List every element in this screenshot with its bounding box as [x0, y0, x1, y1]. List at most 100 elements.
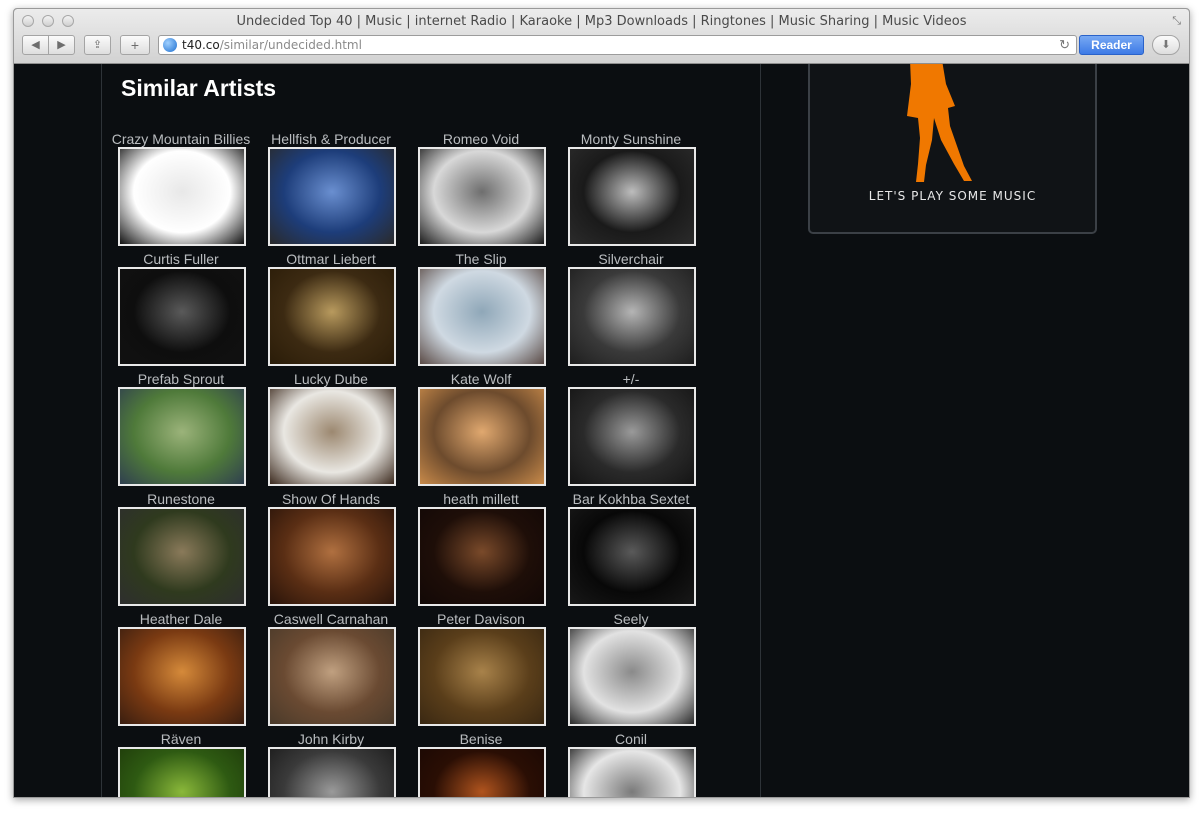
artist-name-link[interactable]: John Kirby — [256, 731, 406, 747]
artist-tile[interactable]: Ottmar Liebert — [256, 251, 406, 369]
url-path: /similar/undecided.html — [219, 38, 362, 52]
artist-tile[interactable]: Crazy Mountain Billies — [106, 131, 256, 249]
share-icon: ⇪ — [92, 39, 103, 51]
dancer-dress-shape — [907, 64, 972, 182]
artist-name-link[interactable]: Ottmar Liebert — [256, 251, 406, 267]
artist-tile[interactable]: Bar Kokhba Sextet — [556, 491, 706, 609]
artist-photo[interactable] — [118, 747, 246, 797]
promo-slogan: LET'S PLAY SOME MUSIC — [868, 189, 1037, 203]
globe-icon — [163, 38, 177, 52]
artist-name-link[interactable]: Lucky Dube — [256, 371, 406, 387]
artist-name-link[interactable]: Heather Dale — [106, 611, 256, 627]
artist-name-link[interactable]: Monty Sunshine — [556, 131, 706, 147]
url-host: t40.co — [182, 38, 220, 52]
artist-tile[interactable]: Romeo Void — [406, 131, 556, 249]
artist-tile[interactable]: Lucky Dube — [256, 371, 406, 489]
back-arrow-icon: ◀ — [31, 39, 40, 51]
artist-name-link[interactable]: Crazy Mountain Billies — [106, 131, 256, 147]
artist-photo[interactable] — [568, 147, 696, 246]
artist-photo[interactable] — [268, 627, 396, 726]
artist-name-link[interactable]: Curtis Fuller — [106, 251, 256, 267]
url-text[interactable]: t40.co/similar/undecided.html — [182, 38, 362, 52]
artist-tile[interactable]: Caswell Carnahan — [256, 611, 406, 729]
artist-tile[interactable]: John Kirby — [256, 731, 406, 797]
artist-name-link[interactable]: Caswell Carnahan — [256, 611, 406, 627]
artist-name-link[interactable]: Conil — [556, 731, 706, 747]
artist-photo[interactable] — [418, 627, 546, 726]
download-icon: ⬇ — [1161, 39, 1171, 51]
artist-photo[interactable] — [118, 627, 246, 726]
artist-photo[interactable] — [118, 267, 246, 366]
artist-tile[interactable]: Runestone — [106, 491, 256, 609]
artist-name-link[interactable]: Seely — [556, 611, 706, 627]
back-button[interactable]: ◀ — [22, 35, 49, 55]
artist-photo[interactable] — [118, 387, 246, 486]
artist-tile[interactable]: Räven — [106, 731, 256, 797]
artist-name-link[interactable]: Bar Kokhba Sextet — [556, 491, 706, 507]
artist-tile[interactable]: Benise — [406, 731, 556, 797]
artist-name-link[interactable]: Peter Davison — [406, 611, 556, 627]
artist-tile[interactable]: Monty Sunshine — [556, 131, 706, 249]
add-bookmark-button[interactable]: + — [120, 35, 150, 55]
artist-tile[interactable]: The Slip — [406, 251, 556, 369]
artist-name-link[interactable]: Kate Wolf — [406, 371, 556, 387]
artist-photo[interactable] — [568, 387, 696, 486]
downloads-button[interactable]: ⬇ — [1152, 35, 1180, 55]
reader-button[interactable]: Reader — [1079, 35, 1144, 55]
artist-tile[interactable]: Hellfish & Producer — [256, 131, 406, 249]
artist-photo[interactable] — [568, 627, 696, 726]
artist-photo[interactable] — [418, 267, 546, 366]
artist-tile[interactable]: Conil — [556, 731, 706, 797]
address-bar[interactable]: t40.co/similar/undecided.html ↻ — [158, 35, 1077, 55]
artist-photo[interactable] — [568, 507, 696, 606]
artist-photo[interactable] — [118, 507, 246, 606]
artist-tile[interactable]: Kate Wolf — [406, 371, 556, 489]
artist-photo[interactable] — [268, 147, 396, 246]
artist-tile[interactable]: Heather Dale — [106, 611, 256, 729]
artist-name-link[interactable]: Silverchair — [556, 251, 706, 267]
forward-arrow-icon: ▶ — [57, 39, 66, 51]
right-column-divider — [760, 64, 761, 797]
artist-tile[interactable]: Peter Davison — [406, 611, 556, 729]
artist-tile[interactable]: Seely — [556, 611, 706, 729]
artist-tile[interactable]: Curtis Fuller — [106, 251, 256, 369]
artist-name-link[interactable]: Romeo Void — [406, 131, 556, 147]
artist-photo[interactable] — [268, 267, 396, 366]
artist-photo[interactable] — [418, 387, 546, 486]
left-column-divider — [101, 64, 102, 797]
artist-photo[interactable] — [268, 507, 396, 606]
artist-name-link[interactable]: Benise — [406, 731, 556, 747]
artist-photo[interactable] — [568, 747, 696, 797]
artist-name-link[interactable]: Räven — [106, 731, 256, 747]
reload-icon[interactable]: ↻ — [1059, 37, 1070, 53]
artist-tile[interactable]: +/- — [556, 371, 706, 489]
artist-photo[interactable] — [268, 387, 396, 486]
browser-toolbar: Undecided Top 40 | Music | internet Radi… — [14, 9, 1189, 64]
window-title: Undecided Top 40 | Music | internet Radi… — [236, 14, 967, 29]
artist-tile[interactable]: Prefab Sprout — [106, 371, 256, 489]
artist-photo[interactable] — [418, 507, 546, 606]
artist-name-link[interactable]: Runestone — [106, 491, 256, 507]
artist-name-link[interactable]: Prefab Sprout — [106, 371, 256, 387]
forward-button[interactable]: ▶ — [48, 35, 75, 55]
artist-photo[interactable] — [418, 147, 546, 246]
share-button[interactable]: ⇪ — [84, 35, 111, 55]
dancer-silhouette-icon — [907, 64, 972, 182]
page-title: Similar Artists — [121, 75, 277, 101]
artist-photo[interactable] — [568, 267, 696, 366]
artist-name-link[interactable]: The Slip — [406, 251, 556, 267]
promo-banner[interactable]: LET'S PLAY SOME MUSIC — [808, 64, 1097, 234]
artist-photo[interactable] — [418, 747, 546, 797]
fullscreen-icon[interactable]: ⤡ — [1172, 15, 1181, 28]
artist-photo[interactable] — [118, 147, 246, 246]
plus-icon: + — [130, 37, 140, 53]
artist-tile[interactable]: Show Of Hands — [256, 491, 406, 609]
browser-window: Undecided Top 40 | Music | internet Radi… — [13, 8, 1190, 798]
artist-tile[interactable]: Silverchair — [556, 251, 706, 369]
artist-name-link[interactable]: heath millett — [406, 491, 556, 507]
artist-tile[interactable]: heath millett — [406, 491, 556, 609]
artist-name-link[interactable]: Show Of Hands — [256, 491, 406, 507]
artist-name-link[interactable]: +/- — [556, 371, 706, 387]
artist-name-link[interactable]: Hellfish & Producer — [256, 131, 406, 147]
artist-photo[interactable] — [268, 747, 396, 797]
